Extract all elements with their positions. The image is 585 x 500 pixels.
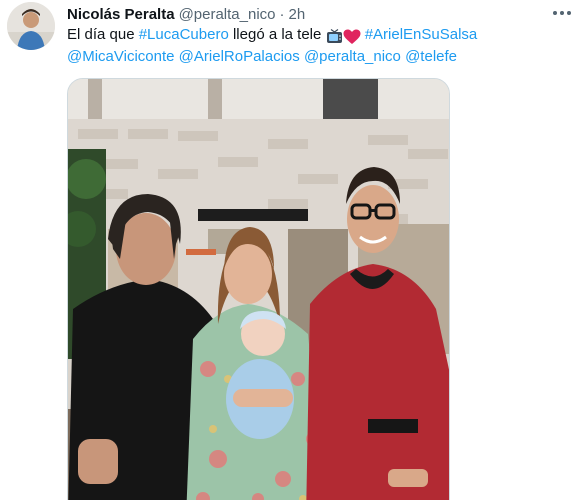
tweet-photo[interactable] (67, 78, 450, 500)
tweet-text-line-2: @MicaViciconte @ArielRoPalacios @peralta… (67, 47, 572, 67)
more-icon (553, 11, 571, 15)
tweet-header: Nicolás Peralta @peralta_nico · 2h (67, 4, 305, 24)
tweet-text-line-1: El día que #LucaCubero llegó a la tele #… (67, 25, 572, 47)
mention-mica-viciconte[interactable]: @MicaViciconte (67, 48, 175, 65)
mention-telefe[interactable]: @telefe (405, 48, 457, 65)
tweet[interactable]: Nicolás Peralta @peralta_nico · 2h El dí… (0, 0, 585, 500)
tweet-text: El día que #LucaCubero llegó a la tele #… (67, 25, 572, 67)
hashtag-ariel-en-su-salsa[interactable]: #ArielEnSuSalsa (365, 26, 478, 43)
mention-peralta-nico[interactable]: @peralta_nico (304, 48, 401, 65)
author-display-name[interactable]: Nicolás Peralta (67, 6, 175, 23)
mention-ariel-ro-palacios[interactable]: @ArielRoPalacios (179, 48, 300, 65)
text-prefix: El día que (67, 26, 139, 43)
separator-dot: · (279, 5, 285, 23)
author-handle[interactable]: @peralta_nico (179, 6, 276, 23)
red-heart-emoji-icon (343, 27, 361, 47)
author-avatar[interactable] (7, 2, 55, 50)
text-middle: llegó a la tele (228, 26, 326, 43)
tv-emoji-icon (326, 27, 343, 47)
tweet-timestamp[interactable]: 2h (289, 6, 306, 23)
photo-image (68, 79, 449, 500)
more-options-button[interactable] (549, 2, 575, 24)
avatar-icon (7, 2, 55, 50)
hashtag-luca-cubero[interactable]: #LucaCubero (139, 26, 229, 43)
